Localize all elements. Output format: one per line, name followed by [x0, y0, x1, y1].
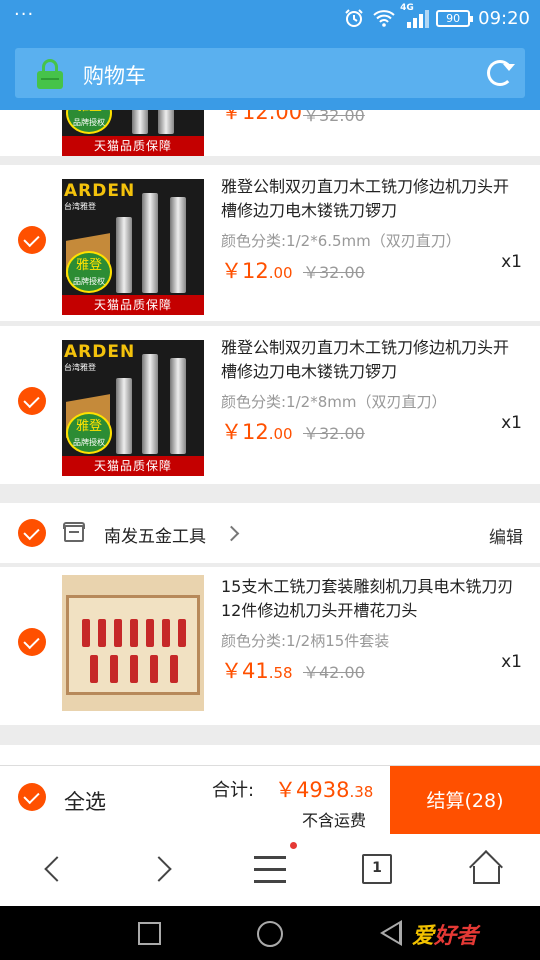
chevron-left-icon: [44, 856, 70, 882]
item-variant[interactable]: 颜色分类:1/2*8mm（双刃直刀）: [221, 391, 446, 412]
total-amount: ￥4938.38: [275, 778, 374, 802]
item-variant[interactable]: 颜色分类:1/2柄15件套装: [221, 630, 389, 651]
chevron-right-icon[interactable]: [223, 525, 240, 542]
clock: 09:20: [478, 7, 530, 29]
shop-checkbox[interactable]: [18, 519, 46, 547]
browser-toolbar: 1: [0, 834, 540, 906]
item-checkbox[interactable]: [18, 628, 46, 656]
thumbnail-brand: ARDEN 台湾雅登: [64, 181, 136, 211]
network-type: 4G: [400, 3, 414, 13]
thumbnail-footer: 天猫品质保障: [62, 295, 204, 315]
select-all-checkbox[interactable]: [18, 783, 46, 811]
refresh-icon[interactable]: [487, 60, 515, 86]
notification-dots: ···: [14, 4, 35, 25]
home-icon: [469, 850, 503, 884]
item-quantity: x1: [501, 252, 522, 272]
battery-level: 90: [446, 11, 461, 25]
back-system-button[interactable]: [380, 920, 402, 946]
item-quantity: x1: [501, 652, 522, 672]
menu-button[interactable]: [235, 834, 305, 906]
wifi-icon: [373, 10, 395, 27]
brand-badge: 雅登品牌授权: [66, 251, 112, 293]
signal-icon: 4G: [400, 3, 430, 28]
item-name[interactable]: 雅登公制双刃直刀木工铣刀修边机刀头开槽修边刀电木镂铣刀锣刀: [221, 336, 521, 384]
notification-dot: [290, 842, 297, 849]
item-name[interactable]: 雅登公制双刃直刀木工铣刀修边机刀头开槽修边刀电木镂铣刀锣刀: [221, 175, 521, 223]
item-old-price: ￥32.00: [303, 424, 365, 443]
checkout-button[interactable]: 结算(28): [390, 766, 540, 835]
thumbnail-footer: 天猫品质保障: [62, 456, 204, 476]
item-checkbox[interactable]: [18, 387, 46, 415]
cart-item: 15支木工铣刀套装雕刻机刀具电木铣刀刃12件修边机刀头开槽花刀头 颜色分类:1/…: [0, 567, 540, 725]
lock-icon: [37, 59, 63, 89]
store-icon: [63, 522, 85, 542]
thumbnail-footer: 天猫品质保障: [62, 136, 204, 156]
app-header: 购物车: [0, 36, 540, 110]
recents-button[interactable]: [138, 922, 161, 945]
home-button[interactable]: [450, 834, 520, 906]
item-price: ￥41.58: [221, 659, 293, 683]
alarm-icon: [345, 9, 363, 27]
item-name[interactable]: 15支木工铣刀套装雕刻机刀具电木铣刀刃12件修边机刀头开槽花刀头: [221, 575, 521, 623]
item-price: ￥12.00: [221, 420, 293, 444]
item-quantity: x1: [501, 413, 522, 433]
watermark-logo: 爱好者: [412, 924, 479, 949]
product-thumbnail[interactable]: ARDEN 台湾雅登 雅登 品牌授权 天猫品质保障: [62, 179, 204, 315]
item-old-price: ￥32.00: [303, 263, 365, 282]
next-shop-peek: [0, 745, 540, 765]
forward-button[interactable]: [128, 834, 198, 906]
total-label: 合计:: [212, 780, 255, 801]
brand-badge: 雅登品牌授权: [66, 110, 112, 134]
status-bar: ··· 4G 90 09:20: [0, 0, 540, 36]
back-button[interactable]: [18, 834, 88, 906]
cart-item: ARDEN 台湾雅登 雅登 品牌授权 天猫品质保障 雅登公制双刃直刀木工铣刀修边机刀…: [0, 165, 540, 321]
cart-item-partial: 雅登品牌授权 天猫品质保障 ￥12.00 ￥32.00: [0, 110, 540, 156]
header-bar: 购物车: [15, 48, 525, 98]
shipping-note: 不含运费: [302, 811, 367, 830]
product-thumbnail[interactable]: [62, 575, 204, 711]
item-price: ￥12.00: [221, 110, 303, 124]
item-checkbox[interactable]: [18, 226, 46, 254]
home-system-button[interactable]: [257, 921, 283, 947]
brand-badge: 雅登品牌授权: [66, 412, 112, 454]
system-navigation: 爱好者: [0, 906, 540, 960]
thumbnail-brand: ARDEN 台湾雅登: [64, 342, 136, 372]
page-title: 购物车: [83, 64, 146, 88]
tabs-count: 1: [362, 854, 392, 884]
item-price: ￥12.00: [221, 259, 293, 283]
item-variant[interactable]: 颜色分类:1/2*6.5mm（双刃直刀）: [221, 230, 461, 251]
product-thumbnail[interactable]: 雅登品牌授权 天猫品质保障: [62, 110, 204, 156]
item-old-price: ￥32.00: [303, 110, 365, 125]
select-all-label[interactable]: 全选: [64, 786, 106, 816]
cart-item: ARDEN 台湾雅登 雅登 品牌授权 天猫品质保障 雅登公制双刃直刀木工铣刀修边机刀…: [0, 326, 540, 484]
chevron-right-icon: [146, 856, 172, 882]
product-thumbnail[interactable]: ARDEN 台湾雅登 雅登 品牌授权 天猫品质保障: [62, 340, 204, 476]
checkout-bar: 全选 合计: ￥4938.38 不含运费 结算(28): [0, 765, 540, 835]
item-old-price: ￥42.00: [303, 663, 365, 682]
shop-header: 南发五金工具 编辑: [0, 503, 540, 563]
tabs-button[interactable]: 1: [342, 834, 412, 906]
edit-button[interactable]: 编辑: [489, 523, 523, 548]
battery-icon: 90: [436, 9, 474, 27]
shop-name[interactable]: 南发五金工具: [104, 522, 206, 547]
